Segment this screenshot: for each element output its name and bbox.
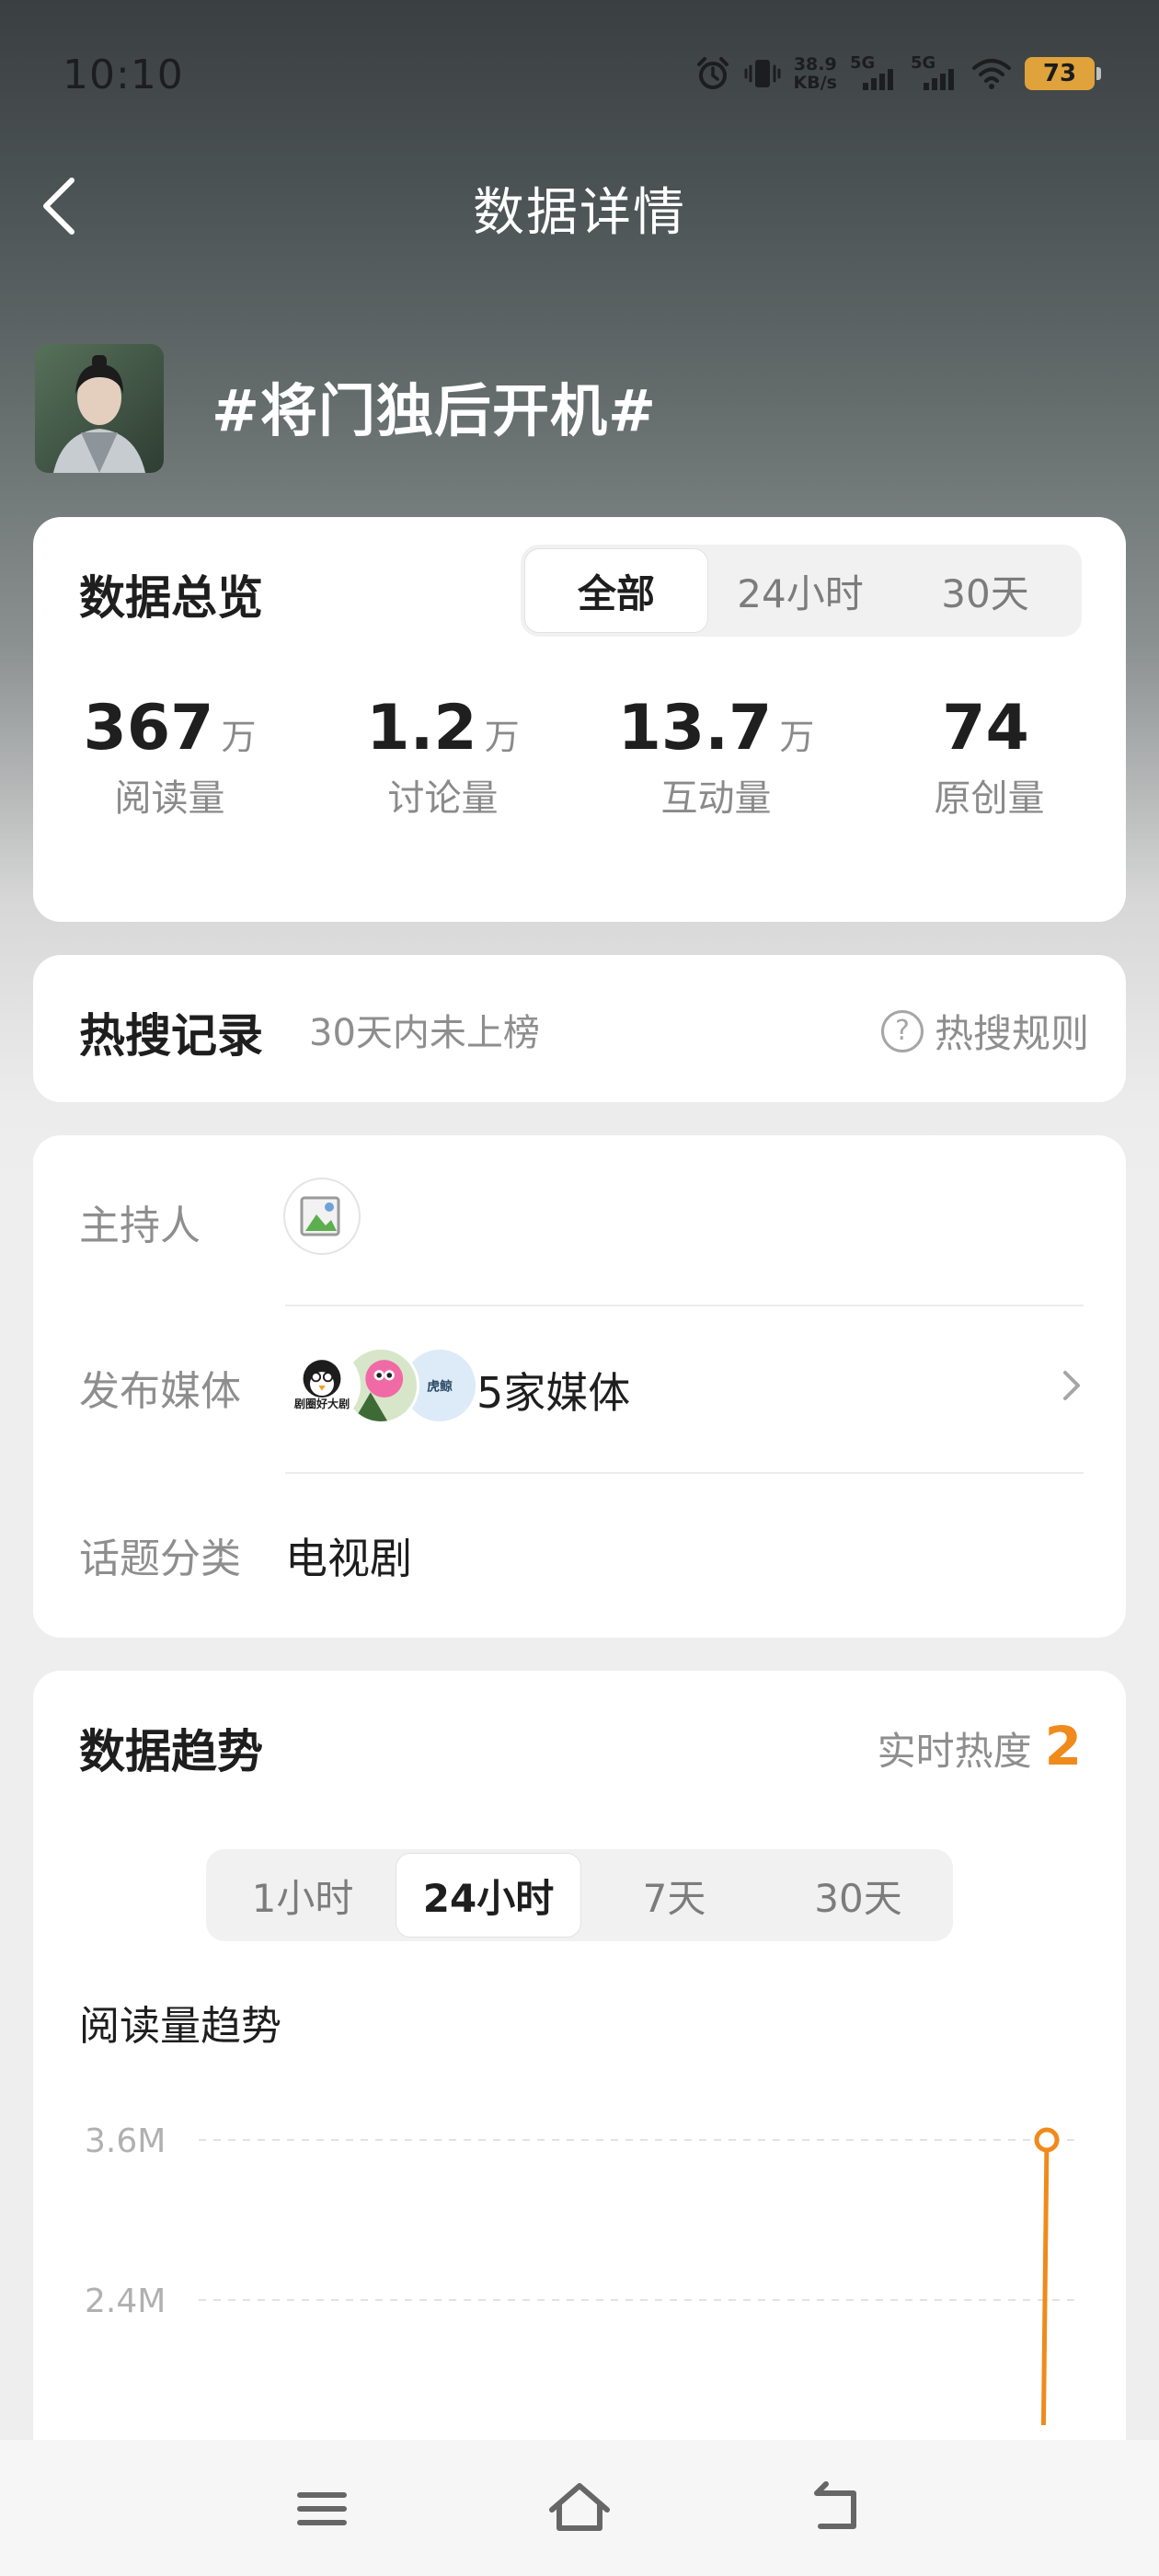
- tab-24h[interactable]: 24小时: [708, 548, 892, 633]
- page: 10:10 38.9 KB/s 5G 5G 73 数据详情 #将门独后开机# 数…: [0, 0, 1159, 2576]
- stat-value: 13.7: [617, 692, 773, 765]
- hot-search-status: 30天内未上榜: [309, 1012, 540, 1054]
- stat-unit: 万: [779, 717, 815, 757]
- media-logo-text: 剧圈好大剧: [294, 1397, 350, 1410]
- network-speed: 38.9 KB/s: [794, 55, 837, 92]
- system-nav-bar: [0, 2440, 1159, 2576]
- stat-label: 互动量: [660, 777, 772, 820]
- stat-label: 讨论量: [387, 777, 499, 820]
- hot-search-title: 热搜记录: [79, 1009, 263, 1063]
- tab-30d[interactable]: 30天: [892, 548, 1078, 633]
- question-icon: ?: [880, 1009, 924, 1052]
- media-avatar: 剧圈好大剧: [283, 1347, 361, 1424]
- series-line: [1040, 2139, 1050, 2425]
- network-speed-unit: KB/s: [793, 73, 837, 93]
- host-label: 主持人: [79, 1202, 201, 1249]
- divider: [285, 1472, 1084, 1474]
- category-value: 电视剧: [285, 1534, 412, 1583]
- tab-all[interactable]: 全部: [524, 548, 708, 633]
- stat-unit: 万: [221, 717, 257, 757]
- status-bar: 10:10 38.9 KB/s 5G 5G 73: [0, 0, 1159, 147]
- category-label: 话题分类: [79, 1535, 241, 1582]
- info-card: 主持人 发布媒体 剧圈好大剧 虎鲸 5家媒体 话题分类 电视剧: [33, 1135, 1126, 1638]
- stat-originals: 74 原创量: [853, 692, 1126, 822]
- stat-value: 1.2: [366, 692, 477, 765]
- trend-tabs: 1小时 24小时 7天 30天: [206, 1849, 953, 1941]
- hot-search-rules-label: 热搜规则: [934, 1011, 1089, 1056]
- chevron-right-icon[interactable]: [1058, 1367, 1085, 1404]
- signal-icon: 5G: [911, 53, 958, 92]
- tab-24h[interactable]: 24小时: [396, 1853, 581, 1938]
- hot-search-card[interactable]: 热搜记录 30天内未上榜 ? 热搜规则: [33, 955, 1126, 1102]
- status-icons: 38.9 KB/s 5G 5G 73: [694, 48, 1101, 99]
- y-tick-label: 2.4M: [85, 2283, 166, 2320]
- stat-reads: 367 万 阅读量: [33, 692, 306, 822]
- media-label: 发布媒体: [79, 1368, 241, 1415]
- overview-tabs: 全部 24小时 30天: [521, 545, 1082, 637]
- media-count[interactable]: 5家媒体: [476, 1360, 630, 1420]
- stat-unit: 万: [484, 717, 520, 757]
- stats-row: 367 万 阅读量 1.2 万 讨论量 13.7 万 互动量 74 原创量: [33, 692, 1126, 822]
- menu-icon[interactable]: [285, 2477, 359, 2541]
- battery-icon: 73: [1025, 57, 1101, 90]
- topic-title: #将门独后开机#: [212, 377, 657, 444]
- data-point[interactable]: [1034, 2127, 1060, 2153]
- image-placeholder-icon: [300, 1196, 340, 1236]
- y-tick-label: 3.6M: [85, 2122, 166, 2160]
- stat-value: 367: [83, 692, 214, 765]
- overview-card: 数据总览 全部 24小时 30天 367 万 阅读量 1.2 万 讨论量 13.7 万…: [33, 517, 1126, 922]
- realtime-heat-label: 实时热度: [877, 1729, 1032, 1774]
- reads-trend-chart: 3.6M 2.4M: [85, 2122, 1082, 2425]
- stat-interactions: 13.7 万 互动量: [580, 692, 853, 822]
- topic-avatar[interactable]: [35, 344, 164, 473]
- overview-title: 数据总览: [79, 571, 263, 625]
- stat-label: 阅读量: [114, 777, 225, 820]
- stat-label: 原创量: [934, 777, 1045, 820]
- tab-1h[interactable]: 1小时: [210, 1853, 396, 1938]
- status-time: 10:10: [63, 52, 184, 98]
- trend-title: 数据趋势: [79, 1725, 263, 1778]
- alarm-icon: [694, 55, 731, 92]
- network-speed-value: 38.9: [793, 54, 837, 75]
- back-icon[interactable]: [800, 2477, 874, 2541]
- stat-discussions: 1.2 万 讨论量: [306, 692, 580, 822]
- stat-value: 74: [942, 692, 1029, 765]
- wifi-icon: [971, 57, 1012, 90]
- vibrate-icon: [744, 55, 781, 92]
- media-logo-text: 虎鲸: [427, 1379, 453, 1395]
- tab-7d[interactable]: 7天: [581, 1853, 767, 1938]
- realtime-heat: 实时热度 2: [878, 1715, 1082, 1777]
- tab-30d[interactable]: 30天: [767, 1853, 949, 1938]
- home-icon[interactable]: [543, 2477, 616, 2541]
- host-avatar[interactable]: [283, 1178, 361, 1255]
- hot-search-rules-link[interactable]: ? 热搜规则: [880, 1003, 1089, 1059]
- media-avatars[interactable]: 剧圈好大剧 虎鲸: [283, 1347, 486, 1424]
- page-title: 数据详情: [473, 183, 686, 243]
- realtime-heat-value: 2: [1044, 1715, 1082, 1777]
- chart-title: 阅读量趋势: [79, 2003, 281, 2050]
- divider: [285, 1305, 1084, 1306]
- signal-icon: 5G: [850, 53, 898, 92]
